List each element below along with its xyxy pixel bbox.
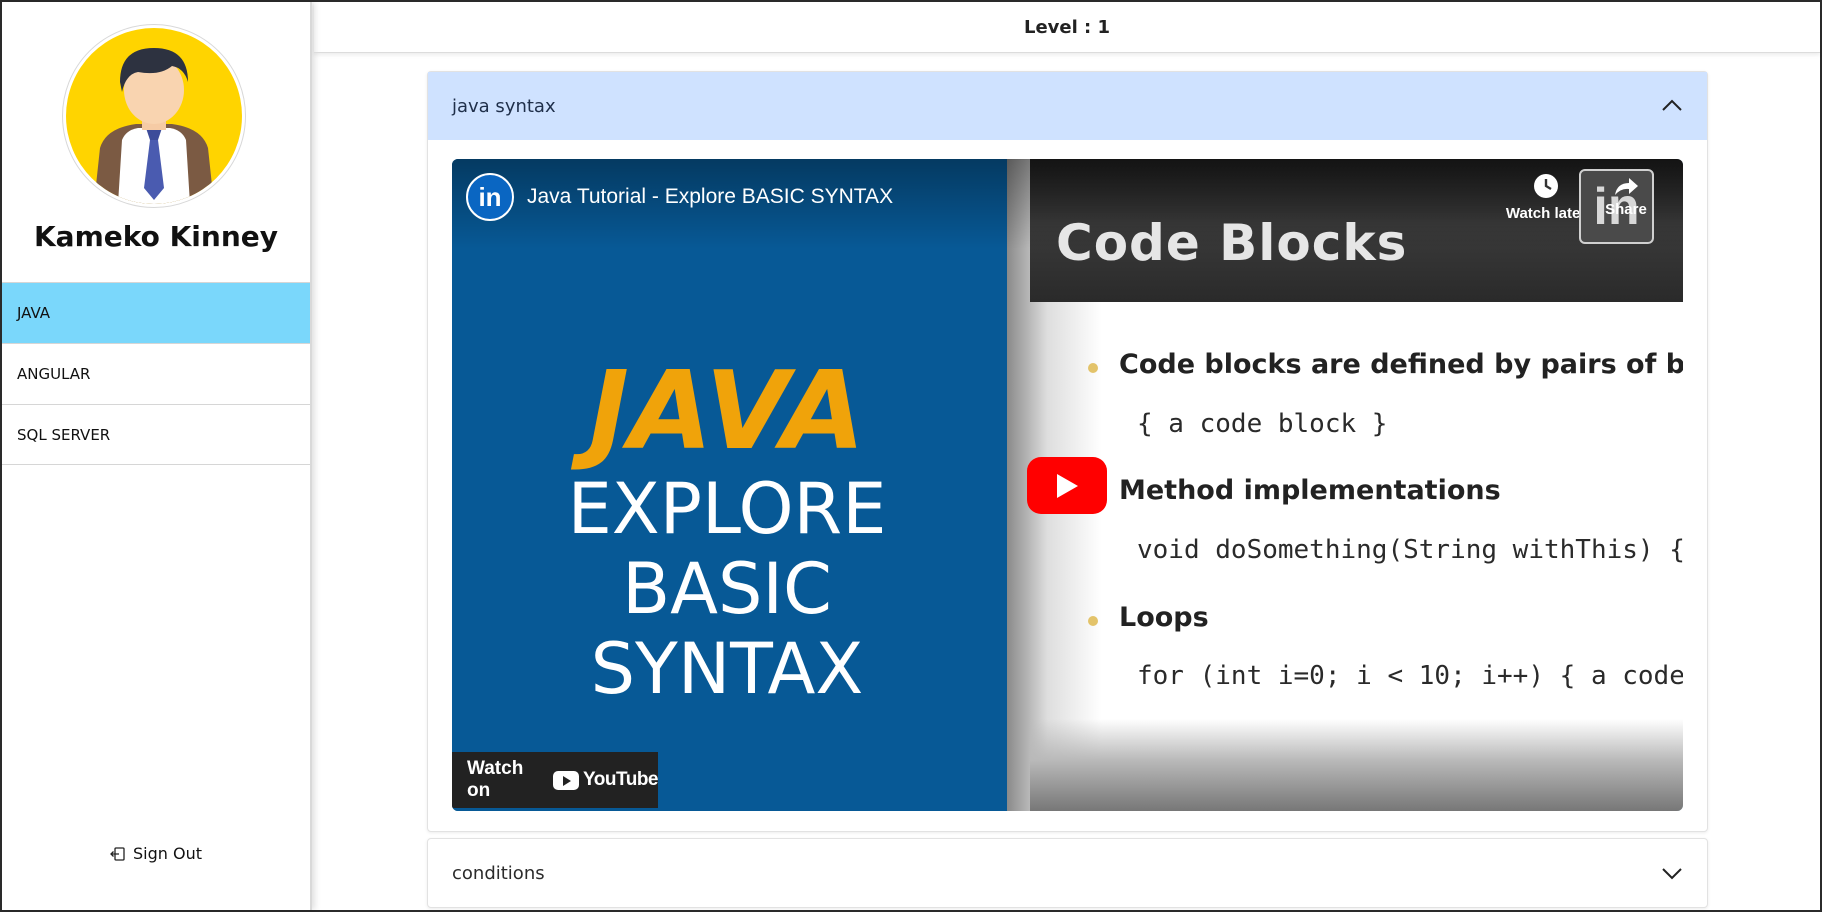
youtube-icon — [553, 770, 580, 790]
user-avatar-icon — [66, 28, 242, 204]
thumbnail-slide-title: Code Blocks — [1056, 214, 1408, 272]
watch-on-youtube-button[interactable]: Watch on YouTube — [452, 752, 658, 808]
thumbnail-code-1: { a code block } — [1137, 409, 1388, 439]
thumbnail-bullet-3: Loops — [1088, 602, 1209, 633]
channel-logo[interactable]: in — [466, 173, 514, 221]
sign-out-icon — [110, 846, 125, 861]
sidebar-item-java[interactable]: JAVA — [2, 282, 310, 343]
sidebar-item-angular[interactable]: ANGULAR — [2, 343, 310, 404]
thumbnail-explore-line2: SYNTAX — [590, 628, 864, 710]
video-player[interactable]: JAVA EXPLORE BASIC SYNTAX Code Blocks Co… — [452, 159, 1683, 811]
youtube-logo: YouTube — [553, 769, 658, 791]
accordion-body: JAVA EXPLORE BASIC SYNTAX Code Blocks Co… — [428, 140, 1707, 831]
sidebar-nav: JAVA ANGULAR SQL SERVER — [2, 282, 310, 465]
sidebar: Kameko Kinney JAVA ANGULAR SQL SERVER Si… — [2, 2, 312, 910]
chevron-up-icon — [1662, 99, 1682, 111]
accordion-item-java-syntax: java syntax JAVA EXPLORE BASIC SYNTAX Co… — [427, 71, 1708, 832]
thumbnail-java-text: JAVA — [588, 349, 866, 474]
level-header: Level : 1 — [314, 2, 1820, 53]
share-button[interactable]: Share — [1600, 175, 1652, 218]
thumbnail-bullet-2: Method implementations — [1119, 475, 1501, 506]
accordion-header-java-syntax[interactable]: java syntax — [428, 72, 1707, 140]
thumbnail-bullet-1: Code blocks are defined by pairs of brac… — [1088, 349, 1683, 380]
lesson-accordion: java syntax JAVA EXPLORE BASIC SYNTAX Co… — [427, 71, 1708, 908]
sign-out-label: Sign Out — [133, 844, 202, 863]
sidebar-item-label: JAVA — [17, 304, 51, 322]
watch-on-label: Watch on — [467, 758, 524, 801]
watch-later-label: Watch later — [1505, 205, 1587, 222]
level-text: Level : 1 — [1023, 16, 1111, 38]
thumbnail-explore-text: EXPLORE BASIC SYNTAX — [452, 469, 1002, 709]
sidebar-item-sql-server[interactable]: SQL SERVER — [2, 404, 310, 465]
user-name: Kameko Kinney — [33, 220, 278, 253]
accordion-header-conditions[interactable]: conditions — [428, 839, 1707, 907]
share-label: Share — [1605, 201, 1647, 218]
thumbnail-code-3: for (int i=0; i < 10; i++) { a code — [1137, 661, 1683, 691]
accordion-title: conditions — [452, 862, 545, 884]
accordion-title: java syntax — [452, 95, 556, 117]
clock-icon — [1534, 174, 1558, 198]
thumbnail-code-2: void doSomething(String withThis) { — [1137, 535, 1683, 565]
play-button[interactable] — [1027, 457, 1107, 514]
accordion-item-conditions: conditions — [427, 838, 1708, 908]
sign-out-button[interactable]: Sign Out — [110, 844, 202, 863]
chevron-down-icon — [1662, 868, 1682, 880]
avatar — [62, 24, 246, 208]
thumbnail-explore-line1: EXPLORE BASIC — [567, 468, 887, 630]
youtube-label: YouTube — [583, 769, 658, 790]
share-arrow-icon — [1615, 178, 1638, 195]
sidebar-item-label: ANGULAR — [17, 365, 91, 383]
video-title[interactable]: Java Tutorial - Explore BASIC SYNTAX — [527, 185, 893, 209]
thumbnail-slide-footer — [1030, 719, 1683, 811]
sidebar-item-label: SQL SERVER — [17, 425, 111, 444]
play-icon — [1057, 473, 1078, 498]
